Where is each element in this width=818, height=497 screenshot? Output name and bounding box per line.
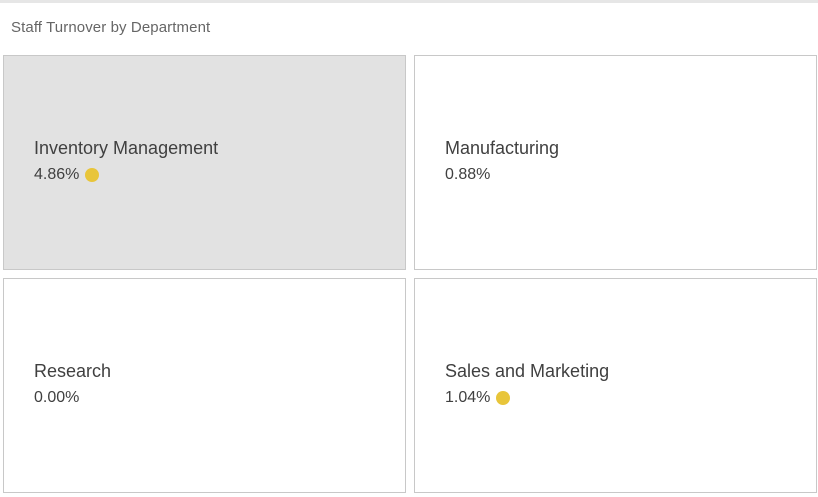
card-value-row: 4.86%	[34, 166, 100, 184]
card-label: Manufacturing	[445, 138, 560, 158]
card-label: Inventory Management	[34, 138, 219, 158]
card-label: Research	[34, 361, 112, 381]
card-value: 0.00%	[34, 389, 80, 406]
visual-container: Staff Turnover by Department Inventory M…	[0, 0, 818, 497]
card-value-row: 0.88%	[445, 166, 490, 184]
status-indicator-icon	[85, 168, 100, 182]
card-value: 0.88%	[445, 166, 491, 183]
card-value: 4.86%	[34, 166, 80, 183]
visual-title: Staff Turnover by Department	[11, 19, 211, 36]
card-value: 1.04%	[445, 389, 491, 406]
card-sales-and-marketing[interactable]: Sales and Marketing 1.04%	[414, 278, 817, 493]
card-manufacturing[interactable]: Manufacturing 0.88%	[414, 55, 817, 270]
status-indicator-icon	[496, 391, 511, 405]
card-value-row: 1.04%	[445, 389, 511, 407]
card-value-row: 0.00%	[34, 389, 79, 407]
card-label: Sales and Marketing	[445, 361, 610, 381]
card-inventory-management[interactable]: Inventory Management 4.86%	[3, 55, 406, 270]
card-research[interactable]: Research 0.00%	[3, 278, 406, 493]
